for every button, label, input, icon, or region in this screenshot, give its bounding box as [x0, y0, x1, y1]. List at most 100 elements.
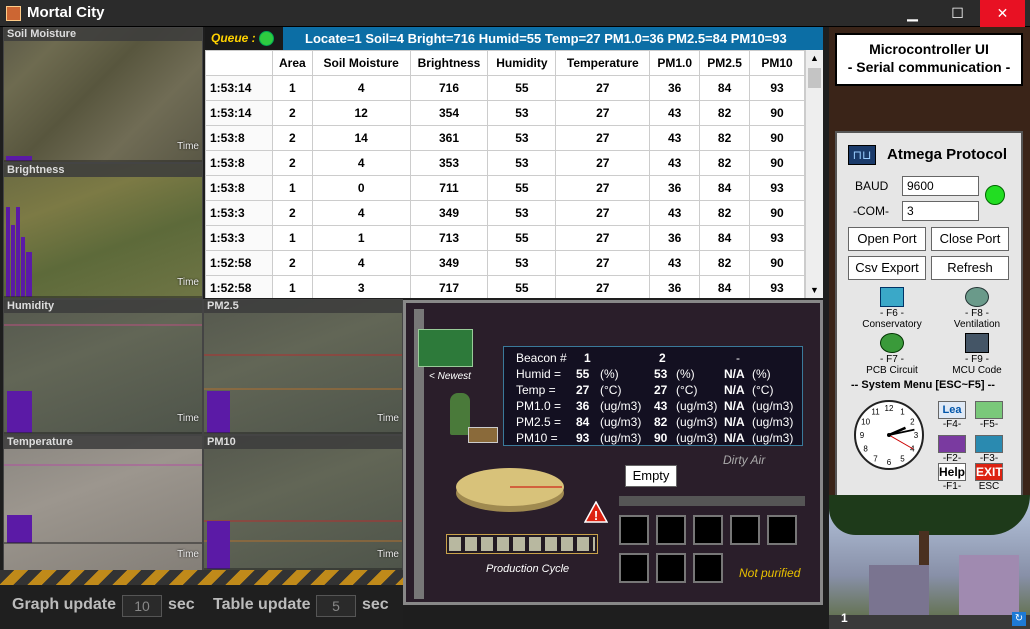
mcu-code-label: MCU Code: [952, 365, 1002, 376]
building: [959, 555, 1019, 615]
time-label: Time: [177, 141, 199, 152]
col-header-temperature: Temperature: [555, 50, 651, 76]
pcb-menu-item[interactable]: - F7 - PCB Circuit: [849, 333, 935, 376]
scroll-up-icon[interactable]: ▲: [806, 50, 823, 66]
f2-key-button[interactable]: -F2-: [937, 435, 967, 464]
csv-export-button[interactable]: Csv Export: [848, 256, 926, 280]
mcu-icon: [965, 333, 989, 353]
chart-pm25: PM2.5 Time: [203, 299, 403, 435]
queue-bar: Queue : Locate=1 Soil=4 Bright=716 Humid…: [205, 27, 823, 50]
right-panel: Microcontroller UI - Serial communicatio…: [829, 27, 1030, 629]
empty-button[interactable]: Empty: [625, 465, 677, 487]
table-scrollbar[interactable]: ▲ ▼: [805, 50, 823, 298]
humid-label: Humid =: [516, 367, 562, 381]
table-row[interactable]: 1:53:14 2 12 354 53 27 43 82 90: [205, 100, 805, 126]
f4-key: -F4-: [942, 419, 962, 430]
scene-refresh-icon[interactable]: ↻: [1012, 612, 1026, 626]
table-cell: 4: [311, 200, 411, 226]
table-row[interactable]: 1:53:3 2 4 349 53 27 43 82 90: [205, 200, 805, 226]
maximize-button[interactable]: ☐: [935, 0, 980, 27]
chart-brightness-plot: [4, 207, 202, 298]
chart-soil-moisture: Soil Moisture Time: [3, 27, 203, 163]
pm1-label: PM1.0 =: [516, 399, 562, 413]
baud-label: BAUD: [855, 179, 889, 193]
table-row[interactable]: 1:53:8 2 14 361 53 27 43 82 90: [205, 125, 805, 151]
chart-humidity: Humidity Time: [3, 299, 203, 435]
scroll-down-icon[interactable]: ▼: [806, 282, 823, 298]
table-row[interactable]: 1:52:58 1 3 717 55 27 36 84 93: [205, 275, 805, 298]
data-table-container[interactable]: Area Soil Moisture Brightness Humidity T…: [205, 50, 805, 298]
title-bar: Mortal City ▁ ☐ ✕: [0, 0, 1030, 27]
table-cell: 27: [555, 175, 651, 201]
beacon-1: 1: [584, 351, 591, 365]
table-row[interactable]: 1:53:14 1 4 716 55 27 36 84 93: [205, 75, 805, 101]
tree-canopy: [829, 495, 1030, 535]
scene-number: 1: [841, 611, 848, 625]
hazard-stripe: [0, 570, 403, 585]
close-button[interactable]: ✕: [980, 0, 1025, 27]
greenhouse-icon: [880, 287, 904, 307]
scroll-thumb[interactable]: [808, 68, 821, 88]
chart-humidity-plot: [4, 324, 202, 434]
conservatory-label: Conservatory: [862, 319, 922, 330]
system-menu-label: -- System Menu [ESC~F5] --: [851, 379, 995, 391]
pm25-2: 82: [654, 415, 668, 429]
table-row[interactable]: 1:53:8 1 0 711 55 27 36 84 93: [205, 175, 805, 201]
table-update-input[interactable]: 5: [316, 595, 356, 617]
table-cell: 90: [749, 100, 805, 126]
mcu-title: Microcontroller UI: [869, 41, 989, 57]
open-port-button[interactable]: Open Port: [848, 227, 926, 251]
table-cell: 93: [749, 225, 805, 251]
table-cell: 349: [409, 250, 489, 276]
col-header-area: Area: [271, 50, 313, 76]
table-cell: 1: [311, 225, 411, 251]
table-cell: 55: [487, 225, 557, 251]
table-cell: 716: [409, 75, 489, 101]
f5-key-button[interactable]: -F5-: [974, 401, 1004, 430]
table-row[interactable]: 1:53:3 1 1 713 55 27 36 84 93: [205, 225, 805, 251]
minimize-button[interactable]: ▁: [890, 0, 935, 27]
window-title: Mortal City: [27, 4, 105, 21]
pm-unit: (ug/m3): [676, 415, 718, 429]
table-cell: 82: [699, 250, 751, 276]
pm25-3: N/A: [724, 415, 745, 429]
beacon-3: -: [736, 351, 740, 365]
help-button[interactable]: Help -F1-: [937, 463, 967, 492]
table-cell: 2: [271, 200, 313, 226]
chart-temperature: Temperature Time: [3, 435, 203, 571]
table-cell: 3: [311, 275, 411, 298]
com-input[interactable]: 3: [902, 201, 979, 221]
table-cell: 27: [555, 200, 651, 226]
exit-button[interactable]: EXIT ESC: [974, 463, 1004, 492]
table-cell: 12: [311, 100, 411, 126]
conservatory-menu-item[interactable]: - F6 - Conservatory: [849, 287, 935, 330]
refresh-button[interactable]: Refresh: [931, 256, 1009, 280]
graph-update-input[interactable]: 10: [122, 595, 162, 617]
bar: [207, 521, 230, 569]
graph-update-unit: sec: [168, 596, 195, 613]
table-header-row: Area Soil Moisture Brightness Humidity T…: [205, 50, 805, 76]
queue-status-led: [259, 31, 274, 46]
table-row[interactable]: 1:52:58 2 4 349 53 27 43 82 90: [205, 250, 805, 276]
pm25-1: 84: [576, 415, 590, 429]
chart-title: Soil Moisture: [4, 28, 202, 41]
not-purified-label: Not purified: [739, 566, 801, 580]
chart-title: Brightness: [4, 164, 202, 177]
update-settings-bar: Graph update 10 sec Table update 5 sec: [0, 585, 403, 629]
table-update-unit: sec: [362, 596, 389, 613]
pm1-2: 43: [654, 399, 668, 413]
clock-number: 11: [871, 408, 880, 417]
mcu-code-menu-item[interactable]: - F9 - MCU Code: [937, 333, 1017, 376]
pm-unit: (ug/m3): [600, 415, 642, 429]
ventilation-menu-item[interactable]: - F8 - Ventilation: [937, 287, 1017, 330]
close-port-button[interactable]: Close Port: [931, 227, 1009, 251]
production-cycle-label: Production Cycle: [486, 563, 570, 575]
table-cell: 27: [555, 150, 651, 176]
clock-number: 6: [887, 458, 892, 467]
f4-key-button[interactable]: Lea -F4-: [937, 401, 967, 430]
table-row[interactable]: 1:53:8 2 4 353 53 27 43 82 90: [205, 150, 805, 176]
pm10-3: N/A: [724, 431, 745, 445]
help-label: Help: [938, 463, 966, 481]
f3-key-button[interactable]: -F3-: [974, 435, 1004, 464]
baud-input[interactable]: 9600: [902, 176, 979, 196]
